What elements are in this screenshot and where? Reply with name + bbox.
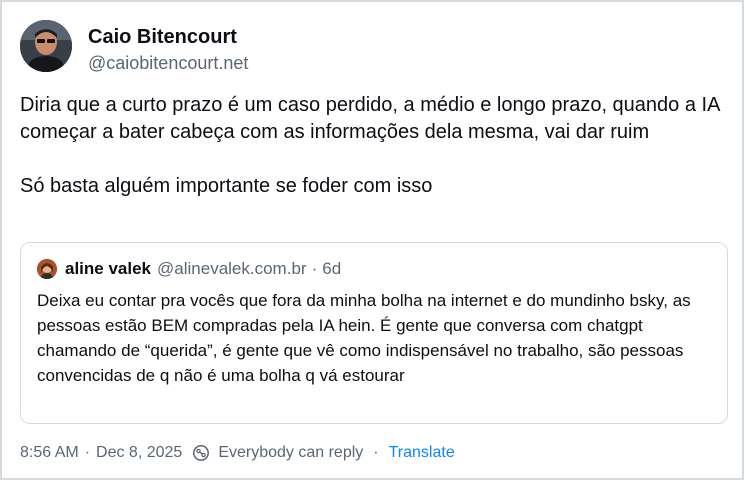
- post-date[interactable]: Dec 8, 2025: [96, 444, 182, 462]
- quoted-author-handle[interactable]: @alinevalek.com.br: [157, 259, 307, 279]
- quoted-post-age[interactable]: 6d: [322, 259, 341, 279]
- post-footer: 8:56 AM · Dec 8, 2025 Everybody can repl…: [20, 444, 455, 462]
- post-card: Caio Bitencourt @caiobitencourt.net Diri…: [0, 0, 744, 480]
- post-time[interactable]: 8:56 AM: [20, 444, 79, 462]
- quoted-separator: ·: [311, 259, 318, 278]
- author-handle[interactable]: @caiobitencourt.net: [88, 50, 248, 76]
- translate-link[interactable]: Translate: [389, 444, 455, 462]
- quoted-post-header: aline valek @alinevalek.com.br · 6d: [37, 259, 341, 279]
- reply-setting-label[interactable]: Everybody can reply: [218, 444, 363, 462]
- post-paragraph: Só basta alguém importante se foder com …: [20, 175, 433, 197]
- reply-settings-icon: [192, 444, 210, 462]
- post-body: Diria que a curto prazo é um caso perdid…: [20, 92, 730, 200]
- author-avatar[interactable]: [20, 20, 72, 72]
- author-display-name[interactable]: Caio Bitencourt: [88, 24, 248, 50]
- quoted-post[interactable]: aline valek @alinevalek.com.br · 6d Deix…: [20, 242, 728, 424]
- quoted-post-text: Deixa eu contar pra vocês que fora da mi…: [37, 291, 691, 385]
- quoted-author-display-name[interactable]: aline valek: [65, 259, 151, 279]
- post-header: Caio Bitencourt @caiobitencourt.net: [20, 20, 248, 76]
- footer-dot: ·: [373, 444, 379, 461]
- quoted-author-avatar[interactable]: [37, 259, 57, 279]
- post-paragraph: Diria que a curto prazo é um caso perdid…: [20, 94, 720, 143]
- footer-separator: ·: [84, 444, 91, 461]
